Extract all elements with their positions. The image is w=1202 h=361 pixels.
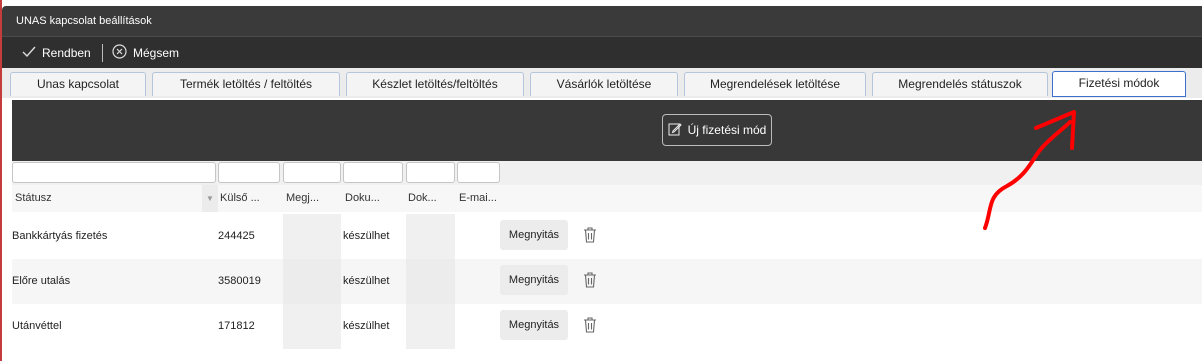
filter-dok[interactable]	[406, 162, 455, 183]
payment-methods-panel: Új fizetési mód Státusz ▼ Külső ... Megj…	[12, 100, 1202, 361]
check-icon	[22, 46, 36, 61]
window-title: UNAS kapcsolat beállítások	[2, 6, 1202, 36]
ok-button-label: Rendben	[42, 46, 91, 60]
settings-window: UNAS kapcsolat beállítások Rendben Mégse…	[0, 0, 1202, 361]
sort-desc-icon[interactable]: ▼	[202, 185, 218, 212]
open-button[interactable]: Megnyitás	[500, 220, 568, 250]
tab-customers-download[interactable]: Vásárlók letöltése	[530, 72, 678, 96]
open-button[interactable]: Megnyitás	[500, 265, 568, 295]
tab-product-sync[interactable]: Termék letöltés / feltöltés	[152, 72, 340, 96]
cell-external: 171812	[218, 320, 255, 332]
table-row[interactable]: Előre utalás 3580019 készülhet Megnyitás	[12, 259, 1202, 304]
cell-status: Előre utalás	[12, 275, 71, 287]
column-header-external[interactable]: Külső ...	[220, 185, 278, 212]
column-header-email[interactable]: E-mai...	[459, 185, 501, 212]
tab-bar: Unas kapcsolat Termék letöltés / feltölt…	[2, 68, 1202, 98]
trash-icon[interactable]	[582, 316, 598, 336]
cell-status: Utánvéttel	[12, 320, 62, 332]
tab-payment-methods[interactable]: Fizetési módok	[1052, 71, 1186, 97]
tab-stock-sync[interactable]: Készlet letöltés/feltöltés	[346, 72, 524, 96]
new-payment-method-label: Új fizetési mód	[687, 123, 767, 137]
cancel-button[interactable]: Mégsem	[112, 37, 179, 69]
tab-unas-connection[interactable]: Unas kapcsolat	[10, 72, 146, 96]
cancel-button-label: Mégsem	[133, 46, 180, 60]
column-header-note[interactable]: Megj...	[286, 185, 340, 212]
cell-doc: készülhet	[343, 275, 390, 287]
column-header-doc[interactable]: Doku...	[345, 185, 401, 212]
trash-icon[interactable]	[582, 271, 598, 291]
filter-row	[12, 161, 1202, 185]
table-row[interactable]: Bankkártyás fizetés 244425 készülhet Meg…	[12, 214, 1202, 259]
cell-external: 3580019	[218, 275, 261, 287]
edit-icon	[668, 122, 682, 139]
toolbar-separator	[102, 44, 103, 62]
cell-doc: készülhet	[343, 320, 390, 332]
circle-x-icon	[112, 44, 127, 62]
filter-doc[interactable]	[343, 162, 403, 183]
ok-button[interactable]: Rendben	[22, 37, 91, 69]
table-row[interactable]: Utánvéttel 171812 készülhet Megnyitás	[12, 304, 1202, 349]
tab-order-statuses[interactable]: Megrendelés státuszok	[872, 72, 1048, 96]
column-header-dok[interactable]: Dok...	[408, 185, 454, 212]
filter-external[interactable]	[218, 162, 280, 183]
cell-doc: készülhet	[343, 230, 390, 242]
filter-note[interactable]	[283, 162, 341, 183]
filter-status[interactable]	[12, 162, 216, 183]
toolbar: Rendben Mégsem	[2, 36, 1202, 68]
table-header: Státusz ▼ Külső ... Megj... Doku... Dok.…	[12, 185, 1202, 212]
column-header-status[interactable]: Státusz	[15, 185, 195, 212]
filter-email[interactable]	[457, 162, 500, 183]
tab-orders-download[interactable]: Megrendelések letöltése	[684, 72, 866, 96]
panel-header: Új fizetési mód	[12, 100, 1202, 161]
open-button[interactable]: Megnyitás	[500, 310, 568, 340]
trash-icon[interactable]	[582, 226, 598, 246]
cell-status: Bankkártyás fizetés	[12, 230, 108, 242]
cell-external: 244425	[218, 230, 255, 242]
new-payment-method-button[interactable]: Új fizetési mód	[662, 114, 772, 146]
